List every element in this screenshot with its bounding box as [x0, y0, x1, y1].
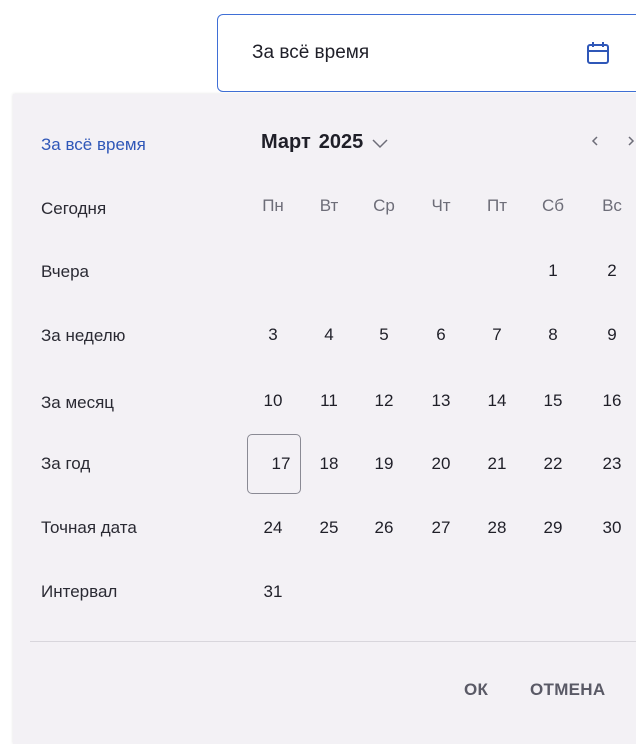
calendar-day[interactable]: 14 — [477, 387, 517, 415]
weekday-header: Чт — [431, 196, 451, 215]
preset-today[interactable]: Сегодня — [41, 199, 106, 219]
cancel-button[interactable]: ОТМЕНА — [530, 680, 605, 700]
weekday-header: Сб — [541, 196, 564, 215]
ok-button[interactable]: ОК — [464, 680, 488, 700]
date-picker-panel — [13, 94, 636, 744]
calendar-day[interactable]: 20 — [421, 450, 461, 478]
calendar-day[interactable]: 22 — [533, 450, 573, 478]
year-label: 2025 — [318, 131, 364, 153]
preset-exact-date[interactable]: Точная дата — [41, 518, 137, 538]
preset-interval[interactable]: Интервал — [41, 582, 117, 602]
date-range-field[interactable]: За всё время — [217, 14, 636, 92]
calendar-day[interactable]: 12 — [364, 387, 404, 415]
calendar-day[interactable]: 8 — [533, 321, 573, 349]
chevron-down-icon — [372, 139, 388, 148]
month-label: Март — [261, 131, 311, 153]
weekday-header: Вт — [319, 196, 339, 215]
month-year-selector[interactable]: Март 2025 — [261, 131, 389, 154]
calendar-day[interactable]: 27 — [421, 514, 461, 542]
calendar-day[interactable]: 6 — [421, 321, 461, 349]
preset-yesterday[interactable]: Вчера — [41, 262, 89, 282]
calendar-day[interactable]: 1 — [533, 257, 573, 285]
calendar-icon[interactable] — [584, 39, 612, 67]
calendar-day[interactable]: 15 — [533, 387, 573, 415]
calendar-day[interactable]: 16 — [592, 387, 632, 415]
footer-divider — [30, 641, 636, 642]
date-range-value: За всё время — [252, 42, 370, 63]
calendar-day[interactable]: 2 — [592, 257, 632, 285]
calendar-day[interactable]: 13 — [421, 387, 461, 415]
calendar-day[interactable]: 28 — [477, 514, 517, 542]
weekday-header: Вс — [602, 196, 622, 215]
calendar-day[interactable]: 23 — [592, 450, 632, 478]
calendar-day[interactable]: 31 — [253, 578, 293, 606]
weekday-header: Ср — [373, 196, 395, 215]
calendar-day[interactable]: 7 — [477, 321, 517, 349]
calendar-day[interactable]: 4 — [309, 321, 349, 349]
weekday-header: Пт — [486, 196, 507, 215]
calendar-day[interactable]: 11 — [309, 387, 349, 415]
calendar-day[interactable]: 18 — [309, 450, 349, 478]
calendar-day[interactable]: 3 — [253, 321, 293, 349]
weekday-header: Пн — [262, 196, 284, 215]
next-month-icon[interactable] — [624, 130, 636, 152]
prev-month-icon[interactable] — [588, 130, 602, 152]
calendar-day[interactable]: 30 — [592, 514, 632, 542]
calendar-day[interactable]: 29 — [533, 514, 573, 542]
calendar-day[interactable]: 26 — [364, 514, 404, 542]
preset-year[interactable]: За год — [41, 454, 90, 474]
preset-all-time[interactable]: За всё время — [41, 135, 146, 155]
preset-week[interactable]: За неделю — [41, 326, 125, 346]
calendar-day[interactable]: 25 — [309, 514, 349, 542]
calendar-day[interactable]: 24 — [253, 514, 293, 542]
preset-month[interactable]: За месяц — [41, 393, 114, 413]
calendar-day-selected[interactable]: 17 — [247, 434, 301, 494]
calendar-day[interactable]: 21 — [477, 450, 517, 478]
calendar-day[interactable]: 10 — [253, 387, 293, 415]
calendar-day[interactable]: 19 — [364, 450, 404, 478]
calendar-day[interactable]: 5 — [364, 321, 404, 349]
calendar-day[interactable]: 9 — [592, 321, 632, 349]
